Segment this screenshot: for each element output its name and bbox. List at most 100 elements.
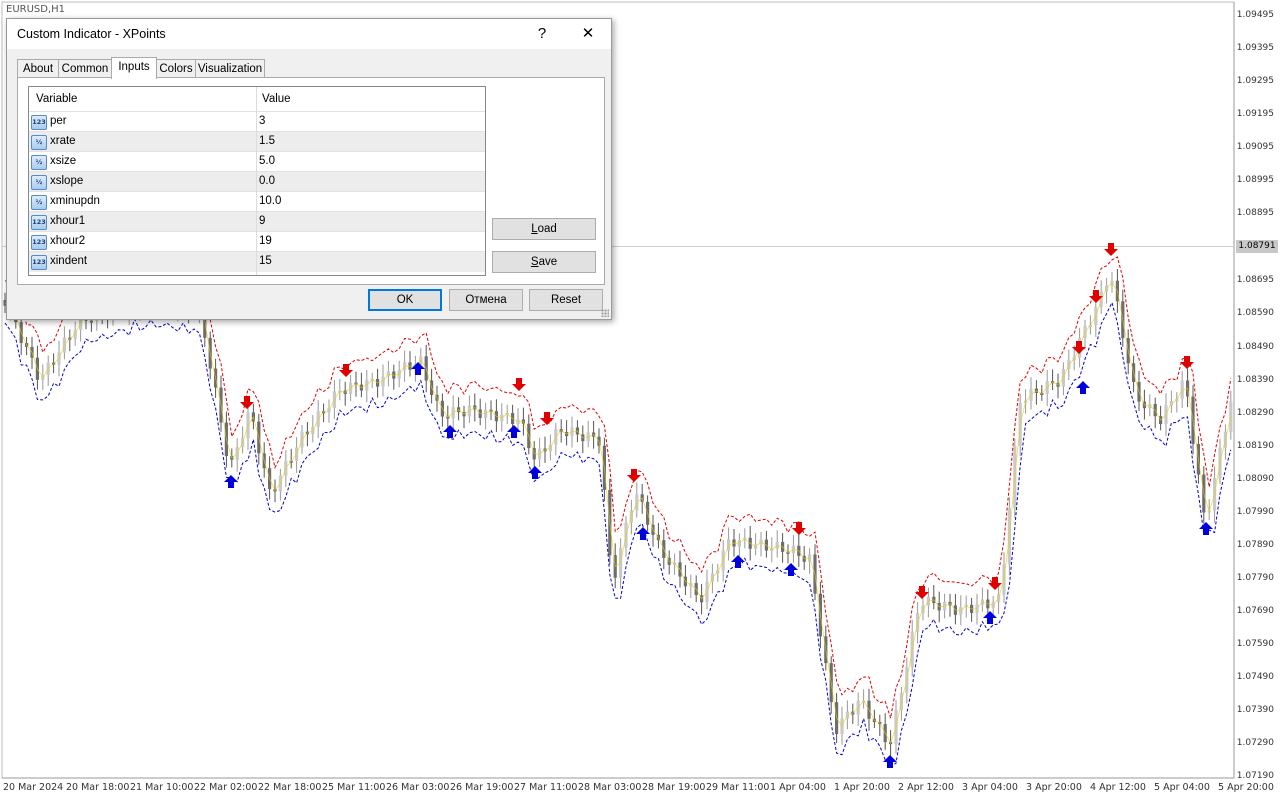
time-tick-label: 20 Mar 18:00 (66, 782, 130, 793)
chart-symbol-title: EURUSD,H1 (6, 4, 66, 15)
column-separator[interactable] (256, 87, 257, 275)
time-tick-label: 5 Apr 20:00 (1218, 782, 1274, 793)
price-tick-label: 1.07390 (1236, 705, 1274, 715)
buy-arrow-icon (983, 611, 997, 624)
price-tick-label: 1.07790 (1236, 573, 1274, 583)
tab-inputs[interactable]: Inputs (111, 57, 157, 79)
help-button[interactable]: ? (521, 19, 563, 49)
variable-name: xminupdn (50, 195, 100, 207)
variable-value[interactable]: 3 (259, 115, 265, 127)
price-tick-label: 1.07490 (1236, 672, 1274, 682)
time-tick-label: 27 Mar 11:00 (514, 782, 578, 793)
price-tick-label: 1.07890 (1236, 540, 1274, 550)
sell-arrow-icon (1104, 243, 1118, 256)
price-tick-label: 1.07590 (1236, 639, 1274, 649)
table-row[interactable]: 123 xindent 15 (29, 251, 485, 272)
tab-common[interactable]: Common (58, 59, 112, 78)
table-row[interactable]: 123 xhour1 9 (29, 211, 485, 232)
time-tick-label: 25 Mar 11:00 (322, 782, 386, 793)
resize-grip-icon[interactable] (601, 309, 609, 317)
variable-value[interactable]: 0.0 (259, 175, 275, 187)
sell-arrow-icon (792, 522, 806, 535)
buy-arrow-icon (507, 425, 521, 438)
variable-value[interactable]: 15 (259, 255, 272, 267)
price-tick-label: 1.08895 (1236, 208, 1274, 218)
integer-type-icon: 123 (31, 215, 47, 230)
double-type-icon: ½ (31, 195, 47, 210)
table-row[interactable]: 123 xhour2 19 (29, 231, 485, 252)
integer-type-icon: 123 (31, 115, 47, 130)
table-row[interactable]: ½ xminupdn 10.0 (29, 191, 485, 212)
double-type-icon: ½ (31, 175, 47, 190)
load-button[interactable]: Load (492, 218, 596, 240)
price-tick-label: 1.08190 (1236, 441, 1274, 451)
time-tick-label: 28 Mar 19:00 (642, 782, 706, 793)
double-type-icon: ½ (31, 155, 47, 170)
price-tick-label: 1.09095 (1236, 142, 1274, 152)
cancel-button[interactable]: Отмена (449, 289, 523, 311)
time-tick-label: 2 Apr 12:00 (898, 782, 954, 793)
time-tick-label: 22 Mar 18:00 (258, 782, 322, 793)
inputs-table[interactable]: Variable Value 123 per 3 ½ xrate 1.5 ½ xsize 5.0… (28, 86, 486, 276)
table-row[interactable]: ½ xsize 5.0 (29, 151, 485, 172)
sell-arrow-icon (339, 364, 353, 377)
buy-arrow-icon (784, 563, 798, 576)
buy-arrow-icon (883, 755, 897, 768)
table-row[interactable]: ½ xrate 1.5 (29, 131, 485, 152)
buy-arrow-icon (1076, 381, 1090, 394)
buy-arrow-icon (1199, 522, 1213, 535)
price-tick-label: 1.08290 (1236, 408, 1274, 418)
sell-arrow-icon (512, 378, 526, 391)
time-tick-label: 3 Apr 04:00 (962, 782, 1018, 793)
time-tick-label: 5 Apr 04:00 (1154, 782, 1210, 793)
price-tick-label: 1.07190 (1236, 771, 1274, 781)
variable-value[interactable]: 10.0 (259, 195, 281, 207)
table-row[interactable]: 123 per 3 (29, 111, 485, 132)
time-tick-label: 21 Mar 10:00 (130, 782, 194, 793)
variable-name: per (50, 115, 67, 127)
time-tick-label: 26 Mar 19:00 (450, 782, 514, 793)
column-header-value: Value (262, 93, 291, 105)
price-tick-label: 1.08490 (1236, 342, 1274, 352)
variable-name: xhour2 (50, 235, 86, 247)
table-header: Variable Value (29, 87, 485, 111)
buy-arrow-icon (731, 555, 745, 568)
variable-value[interactable]: 1.5 (259, 135, 275, 147)
price-tick-label: 1.08090 (1236, 474, 1274, 484)
price-tick-label: 1.09395 (1236, 43, 1274, 53)
custom-indicator-dialog[interactable]: Custom Indicator - XPoints ? ✕ About Com… (6, 18, 612, 320)
double-type-icon: ½ (31, 135, 47, 150)
time-tick-label: 4 Apr 12:00 (1090, 782, 1146, 793)
tab-visualization[interactable]: Visualization (195, 59, 265, 78)
time-tick-label: 20 Mar 2024 (3, 782, 64, 793)
close-icon: ✕ (581, 25, 595, 42)
variable-value[interactable]: 19 (259, 235, 272, 247)
column-header-variable: Variable (36, 93, 78, 105)
current-price-label: 1.08791 (1236, 240, 1278, 253)
tab-about[interactable]: About (17, 59, 59, 78)
price-tick-label: 1.08590 (1236, 308, 1274, 318)
price-tick-label: 1.07690 (1236, 606, 1274, 616)
time-tick-label: 28 Mar 03:00 (578, 782, 642, 793)
price-tick-label: 1.08995 (1236, 175, 1274, 185)
time-tick-label: 1 Apr 04:00 (770, 782, 826, 793)
save-button[interactable]: Save (492, 251, 596, 273)
price-tick-label: 1.09495 (1236, 10, 1274, 20)
reset-button[interactable]: Reset (529, 289, 603, 311)
inputs-panel: Variable Value 123 per 3 ½ xrate 1.5 ½ xsize 5.0… (17, 77, 605, 285)
variable-name: xrate (50, 135, 76, 147)
dialog-titlebar[interactable]: Custom Indicator - XPoints ? ✕ (7, 19, 611, 49)
variable-name: xhour1 (50, 215, 86, 227)
table-row[interactable]: ½ xslope 0.0 (29, 171, 485, 192)
variable-value[interactable]: 5.0 (259, 155, 275, 167)
time-tick-label: 29 Mar 11:00 (706, 782, 770, 793)
sell-arrow-icon (1180, 356, 1194, 369)
time-tick-label: 22 Mar 02:00 (194, 782, 258, 793)
variable-value[interactable]: 9 (259, 215, 265, 227)
ok-button[interactable]: OK (368, 289, 442, 311)
tab-colors[interactable]: Colors (156, 59, 196, 78)
close-button[interactable]: ✕ (567, 19, 609, 49)
price-tick-label: 1.07990 (1236, 507, 1274, 517)
price-tick-label: 1.09195 (1236, 109, 1274, 119)
sell-arrow-icon (540, 412, 554, 425)
